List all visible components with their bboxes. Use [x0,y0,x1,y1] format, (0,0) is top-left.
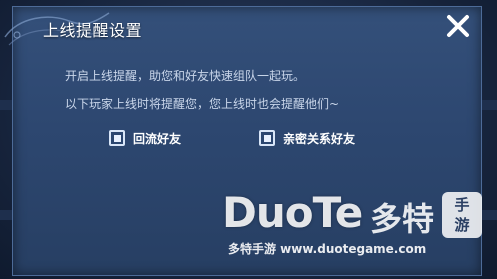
watermark-logo-text: DuoTe [222,188,363,237]
watermark-logo-cn: 多特 [370,200,435,238]
watermark-seal-bottom: 游 [454,216,470,234]
option-returning-friends[interactable]: 回流好友 [109,127,181,149]
watermark-subtitle: 多特手游 www.duotegame.com [228,242,427,256]
watermark: DuoTe 多特 手 游 多特手游 www.duotegame.com [222,188,492,276]
intro-text: 开启上线提醒，助您和好友快速组队一起玩。 [65,69,306,83]
checkbox-returning-friends[interactable] [109,130,125,146]
option-label: 亲密关系好友 [283,131,356,146]
close-button[interactable] [443,11,473,41]
checkbox-close-friends[interactable] [259,130,275,146]
watermark-seal: 手 游 [442,192,482,238]
option-label: 回流好友 [133,131,182,146]
watermark-seal-top: 手 [454,196,470,214]
note-text: 以下玩家上线时将提醒您，您上线时也会提醒他们~ [65,97,340,111]
option-close-friends[interactable]: 亲密关系好友 [259,127,355,149]
check-mark-icon [263,134,271,142]
close-x-icon [447,15,469,37]
check-mark-icon [113,134,121,142]
game-screen: 上线提醒设置 开启上线提醒，助您和好友快速组队一起玩。 以下玩家上线时将提醒您，… [0,0,497,279]
dialog-title: 上线提醒设置 [43,21,143,40]
